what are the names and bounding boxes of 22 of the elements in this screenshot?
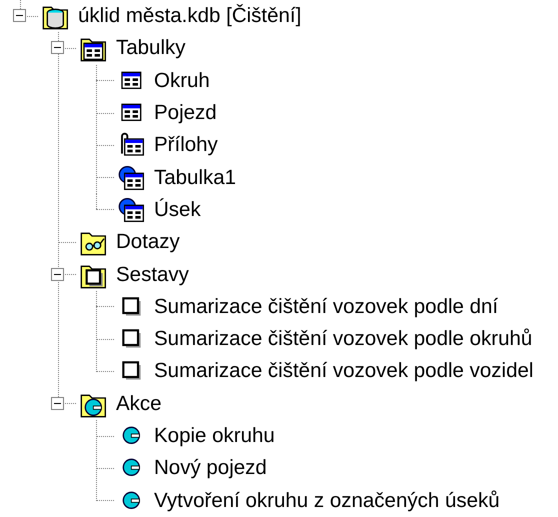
- globe-table-icon: [118, 196, 146, 224]
- tree-item[interactable]: Kopie okruhu: [152, 424, 277, 448]
- tree-item[interactable]: Sumarizace čištění vozovek podle okruhů: [152, 327, 534, 352]
- tree-item[interactable]: Pojezd: [152, 101, 219, 126]
- collapse-toggle[interactable]: [51, 41, 64, 54]
- collapse-toggle[interactable]: [51, 396, 64, 410]
- tree-item[interactable]: Přílohy: [152, 133, 220, 158]
- tree-item[interactable]: Vytvoření okruhu z označených úseků: [152, 488, 502, 513]
- tree-item[interactable]: Sumarizace čištění vozovek podle vozidel: [152, 359, 536, 384]
- tree-item[interactable]: Dotazy: [114, 230, 182, 254]
- tree-item[interactable]: Akce: [114, 392, 164, 416]
- tree-item[interactable]: Sumarizace čištění vozovek podle dní: [152, 294, 500, 319]
- tree-item[interactable]: Okruh: [152, 68, 212, 93]
- tree-item[interactable]: Nový pojezd: [152, 456, 269, 480]
- globe-table-icon: [118, 164, 146, 192]
- tree-item[interactable]: Tabulka1: [152, 166, 238, 190]
- tree-item[interactable]: Tabulky: [114, 36, 188, 60]
- collapse-toggle[interactable]: [13, 9, 26, 22]
- collapse-toggle[interactable]: [51, 268, 64, 281]
- tree-item[interactable]: Úsek: [152, 198, 203, 222]
- tree-item[interactable]: úklid města.kdb [Čištění]: [76, 4, 304, 28]
- tree-item[interactable]: Sestavy: [114, 262, 191, 287]
